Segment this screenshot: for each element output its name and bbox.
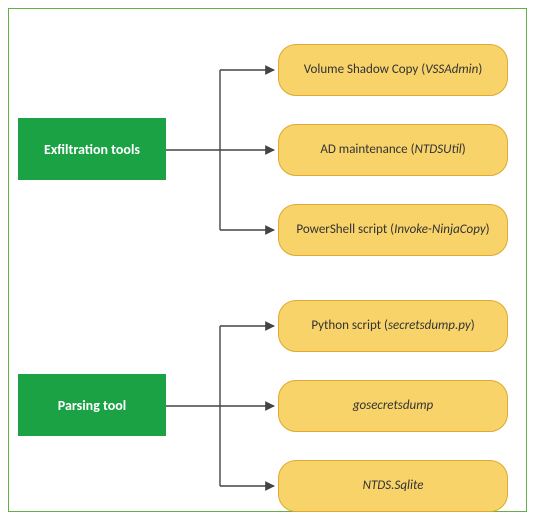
- item-secretsdump: Python script (secretsdump.py): [278, 300, 508, 352]
- item-text: Volume Shadow Copy (VSSAdmin): [304, 62, 483, 78]
- item-ntds-sqlite: NTDS.Sqlite: [278, 460, 508, 512]
- category-parsing-tool: Parsing tool: [18, 374, 166, 436]
- item-invoke-ninjacopy: PowerShell script (Invoke-NinjaCopy): [278, 204, 508, 256]
- item-text: gosecretsdump: [353, 398, 433, 414]
- category-label: Exfiltration tools: [44, 141, 140, 158]
- item-ntdsutil: AD maintenance (NTDSUtil): [278, 124, 508, 176]
- item-gosecretsdump: gosecretsdump: [278, 380, 508, 432]
- item-text: NTDS.Sqlite: [363, 478, 424, 494]
- item-text: PowerShell script (Invoke-NinjaCopy): [296, 222, 489, 238]
- category-exfiltration-tools: Exfiltration tools: [18, 118, 166, 180]
- item-vssadmin: Volume Shadow Copy (VSSAdmin): [278, 44, 508, 96]
- category-label: Parsing tool: [58, 397, 126, 414]
- item-text: AD maintenance (NTDSUtil): [320, 142, 465, 158]
- item-text: Python script (secretsdump.py): [311, 318, 474, 334]
